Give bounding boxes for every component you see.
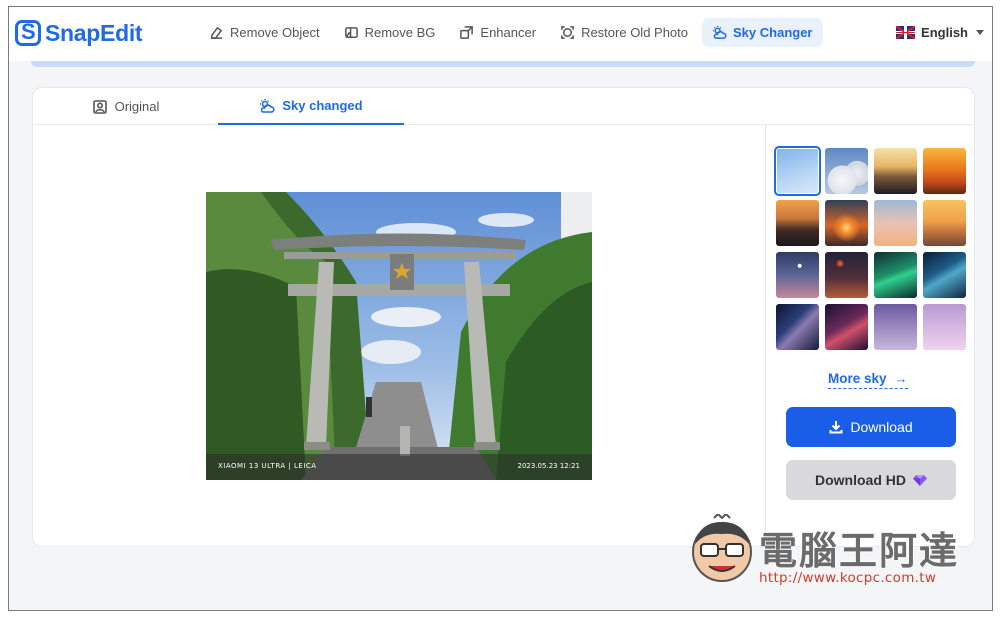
sky-swatch[interactable] — [825, 252, 868, 298]
eraser-icon — [210, 26, 223, 39]
chevron-down-icon — [976, 30, 984, 35]
tab-sky-changed[interactable]: Sky changed — [218, 88, 404, 125]
more-sky-link[interactable]: More sky → — [828, 371, 908, 389]
editor-card: Original Sky changed XIAOMI 13 ULTRA | L… — [32, 87, 975, 547]
nav-enhancer[interactable]: Enhancer — [449, 18, 546, 47]
portrait-icon — [92, 99, 107, 114]
sky-swatch[interactable] — [774, 146, 821, 196]
nav-sky-changer[interactable]: Sky Changer — [702, 18, 823, 47]
sky-swatch[interactable] — [874, 252, 917, 298]
main-nav: Remove Object Remove BG Enhancer Restore… — [199, 18, 823, 47]
sky-swatch[interactable] — [874, 304, 917, 350]
nav-remove-bg[interactable]: Remove BG — [334, 18, 446, 47]
diamond-icon — [913, 474, 927, 486]
nav-remove-object-label: Remove Object — [230, 25, 320, 40]
mascot-face-icon — [692, 514, 752, 582]
watermark: 電腦王阿達 http://www.kocpc.com.tw — [687, 512, 977, 592]
sky-swatch[interactable] — [874, 200, 917, 246]
app-header: SnapEdit Remove Object Remove BG Enhance… — [9, 7, 992, 61]
tab-sky-changed-label: Sky changed — [282, 98, 363, 113]
nav-remove-bg-label: Remove BG — [364, 25, 436, 40]
download-button[interactable]: Download — [786, 407, 956, 447]
torii-gate-photo — [206, 192, 592, 480]
enlarge-icon — [460, 26, 474, 39]
sky-swatch-grid — [774, 146, 966, 350]
more-sky-label: More sky — [828, 371, 887, 386]
sky-swatch[interactable] — [825, 200, 868, 246]
nav-enhancer-label: Enhancer — [480, 25, 537, 40]
tab-original[interactable]: Original — [33, 88, 218, 125]
nav-remove-object[interactable]: Remove Object — [199, 18, 330, 47]
snapedit-logo-icon — [15, 19, 41, 46]
weather-icon — [712, 25, 727, 39]
sky-swatch[interactable] — [776, 252, 819, 298]
uk-flag-icon — [896, 26, 916, 39]
download-hd-label: Download HD — [815, 472, 906, 488]
preview-area: XIAOMI 13 ULTRA | LEICA 2023.05.23 12:21 — [33, 125, 765, 546]
sky-swatch[interactable] — [776, 200, 819, 246]
download-hd-button[interactable]: Download HD — [786, 460, 956, 500]
sky-swatch[interactable] — [825, 304, 868, 350]
sky-swatch[interactable] — [923, 148, 966, 194]
download-label: Download — [850, 419, 913, 435]
language-label: English — [921, 25, 968, 40]
watermark-title: 電腦王阿達 — [759, 529, 960, 573]
result-photo: XIAOMI 13 ULTRA | LEICA 2023.05.23 12:21 — [206, 192, 592, 480]
photo-caption-timestamp: 2023.05.23 12:21 — [517, 462, 580, 470]
header-accent-strip — [31, 61, 975, 67]
sky-swatch[interactable] — [923, 304, 966, 350]
tab-original-label: Original — [114, 99, 160, 114]
watermark-url: http://www.kocpc.com.tw — [759, 570, 937, 586]
sky-swatch[interactable] — [923, 200, 966, 246]
nav-restore-old-photo-label: Restore Old Photo — [581, 25, 689, 40]
sky-swatch[interactable] — [923, 252, 966, 298]
weather-icon — [260, 98, 275, 113]
face-scan-icon — [561, 26, 574, 39]
snapedit-logo[interactable]: SnapEdit — [15, 19, 143, 47]
sky-panel: More sky → Download Download HD — [765, 125, 974, 546]
arrow-right-icon: → — [894, 371, 908, 386]
language-selector[interactable]: English — [896, 25, 984, 40]
nav-restore-old-photo[interactable]: Restore Old Photo — [550, 18, 698, 47]
photo-caption-camera: XIAOMI 13 ULTRA | LEICA — [218, 462, 317, 470]
brand-name: SnapEdit — [45, 19, 143, 46]
nav-sky-changer-label: Sky Changer — [733, 25, 813, 40]
sky-swatch[interactable] — [776, 304, 819, 350]
browser-frame: SnapEdit Remove Object Remove BG Enhance… — [8, 6, 993, 611]
download-icon — [829, 421, 843, 434]
view-tabs: Original Sky changed — [33, 88, 974, 125]
sky-swatch[interactable] — [825, 148, 868, 194]
image-icon — [344, 27, 358, 38]
sky-swatch[interactable] — [874, 148, 917, 194]
